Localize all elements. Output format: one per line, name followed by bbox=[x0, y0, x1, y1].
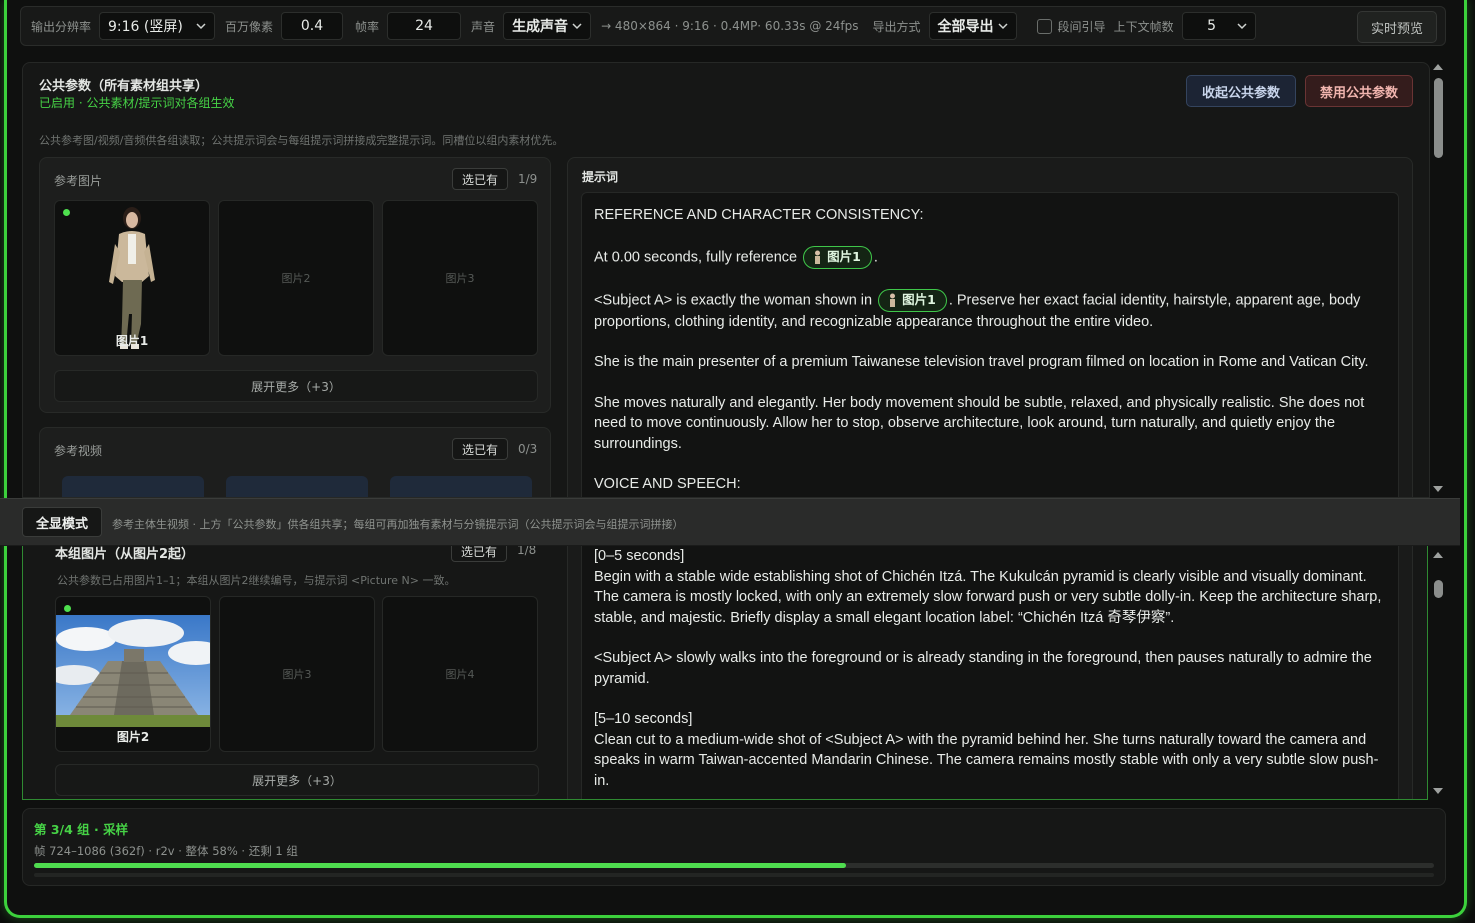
progress-status-panel: 第 3/4 组 · 采样 帧 724–1086 (362f) · r2v · 整… bbox=[22, 808, 1446, 886]
collapse-shared-button[interactable]: 收起公共参数 bbox=[1186, 75, 1296, 107]
shared-params-status: 已启用 · 公共素材/提示词对各组生效 bbox=[39, 96, 235, 110]
reference-images-card: 参考图片 选已有 1/9 图片1 图片2 图片3 展开更多（+3） bbox=[39, 157, 551, 413]
megapixel-label: 百万像素 bbox=[225, 19, 274, 34]
video-slot-2[interactable] bbox=[226, 476, 368, 497]
group-subtitle: 公共参数已占用图片1–1；本组从图片2继续编号，与提示词 <Picture N>… bbox=[57, 574, 456, 587]
group-scrollbar[interactable] bbox=[1432, 546, 1444, 800]
group-image-count: 1/8 bbox=[517, 546, 537, 557]
prompt-paragraph: [5–10 seconds] Clean cut to a medium-wid… bbox=[594, 711, 1379, 789]
prompt-paragraph: At 0.00 seconds, fully reference 图片1 . bbox=[594, 245, 1386, 269]
prompt-paragraph: <Subject A> is exactly the woman shown i… bbox=[594, 288, 1386, 333]
image-slot-caption: 图片2 bbox=[116, 730, 150, 744]
segment-guide-label: 段间引导 bbox=[1057, 19, 1106, 34]
prompt-paragraph: REFERENCE AND CHARACTER CONSISTENCY: bbox=[594, 207, 924, 223]
scroll-down-icon[interactable] bbox=[1432, 786, 1444, 796]
active-dot bbox=[64, 605, 71, 612]
expand-more-button[interactable]: 展开更多（+3） bbox=[54, 370, 538, 402]
megapixel-input[interactable]: 0.4 bbox=[281, 12, 344, 40]
image-count: 1/9 bbox=[518, 172, 538, 186]
shared-params-description: 公共参考图/视频/音频供各组读取；公共提示词会与每组提示词拼接成完整提示词。同槽… bbox=[39, 134, 564, 147]
group-image-slot-4[interactable]: 图片4 bbox=[382, 596, 538, 752]
chevron-down-icon bbox=[572, 23, 582, 30]
scroll-down-icon[interactable] bbox=[1432, 484, 1444, 494]
prompt-paragraph: [0–5 seconds] Begin with a stable wide e… bbox=[594, 548, 1382, 626]
audio-select[interactable]: 生成声音 bbox=[503, 12, 592, 40]
progress-fill bbox=[34, 863, 846, 868]
video-slot-1[interactable] bbox=[62, 476, 204, 497]
chevron-down-icon bbox=[1237, 23, 1247, 30]
mode-strip: 全显模式 参考主体生视频 · 上方「公共参数」供各组共享；每组可再加独有素材与分… bbox=[0, 498, 1460, 546]
export-label: 导出方式 bbox=[872, 19, 921, 34]
image-slot-1[interactable]: 图片1 bbox=[54, 200, 210, 356]
chevron-down-icon bbox=[998, 23, 1008, 30]
segment-guide-checkbox[interactable] bbox=[1036, 18, 1052, 34]
shared-params-panel: 公共参数（所有素材组共享） 已启用 · 公共素材/提示词对各组生效 公共参考图/… bbox=[22, 62, 1430, 498]
group-expand-more-button[interactable]: 展开更多（+3） bbox=[55, 764, 539, 796]
reference-images-title: 参考图片 bbox=[54, 174, 103, 188]
active-dot bbox=[63, 209, 70, 216]
group-prompt-textarea[interactable]: [0–5 seconds] Begin with a stable wide e… bbox=[581, 546, 1399, 799]
video-slot-3[interactable] bbox=[390, 476, 532, 497]
secondary-progress-track bbox=[34, 873, 1434, 877]
scroll-thumb[interactable] bbox=[1434, 78, 1443, 158]
status-title: 第 3/4 组 · 采样 bbox=[34, 822, 129, 837]
fps-input[interactable]: 24 bbox=[387, 12, 462, 40]
prompt-paragraph: VOICE AND SPEECH: bbox=[594, 476, 741, 492]
status-meta: 帧 724–1086 (362f) · r2v · 整体 58% · 还剩 1 … bbox=[34, 844, 298, 858]
shared-prompt-card: 提示词 REFERENCE AND CHARACTER CONSISTENCY:… bbox=[567, 157, 1413, 497]
image-slot-3[interactable]: 图片3 bbox=[382, 200, 538, 356]
image-slot-caption: 图片1 bbox=[115, 334, 149, 348]
group-select-existing-button[interactable]: 选已有 bbox=[451, 546, 507, 562]
image-slot-2[interactable]: 图片2 bbox=[218, 200, 374, 356]
resolution-label: 输出分辨率 bbox=[31, 19, 92, 34]
video-count: 0/3 bbox=[518, 442, 538, 456]
context-frames-select[interactable]: 5 bbox=[1181, 12, 1256, 40]
top-toolbar: 输出分辨率 9:16 (竖屏) 百万像素 0.4 帧率 24 声音 生成声音 →… bbox=[20, 6, 1446, 46]
progress-bar bbox=[34, 863, 1434, 868]
chevron-down-icon bbox=[196, 23, 206, 30]
group-image-slot-3[interactable]: 图片3 bbox=[219, 596, 375, 752]
output-info: → 480×864 · 9:16 · 0.4MP· 60.33s @ 24fps bbox=[601, 19, 859, 33]
scroll-thumb[interactable] bbox=[1434, 580, 1443, 598]
shared-scrollbar[interactable] bbox=[1432, 62, 1444, 498]
group-images-title: 本组图片（从图片2起） bbox=[55, 547, 195, 562]
woman-photo bbox=[109, 207, 155, 349]
disable-shared-button[interactable]: 禁用公共参数 bbox=[1305, 75, 1413, 107]
mode-description: 参考主体生视频 · 上方「公共参数」供各组共享；每组可再加独有素材与分镜提示词（… bbox=[112, 518, 684, 531]
export-select[interactable]: 全部导出 bbox=[928, 12, 1017, 40]
scroll-up-icon[interactable] bbox=[1432, 62, 1444, 72]
reference-videos-card: 参考视频 选已有 0/3 bbox=[39, 427, 551, 497]
shared-prompt-textarea[interactable]: REFERENCE AND CHARACTER CONSISTENCY: At … bbox=[581, 192, 1399, 497]
select-existing-video-button[interactable]: 选已有 bbox=[452, 438, 508, 460]
image-reference-chip[interactable]: 图片1 bbox=[878, 288, 947, 312]
person-thumbnail-icon bbox=[815, 250, 821, 264]
fps-label: 帧率 bbox=[355, 19, 380, 34]
prompt-paragraph: She is the main presenter of a premium T… bbox=[594, 354, 1369, 370]
prompt-label: 提示词 bbox=[582, 170, 619, 184]
group-prompt-card: [0–5 seconds] Begin with a stable wide e… bbox=[567, 546, 1413, 799]
group-panel: 本组图片（从图片2起） 选已有 1/8 公共参数已占用图片1–1；本组从图片2继… bbox=[22, 546, 1428, 800]
context-frames-label: 上下文帧数 bbox=[1113, 19, 1174, 34]
prompt-paragraph: She moves naturally and elegantly. Her b… bbox=[594, 394, 1365, 452]
image-reference-chip[interactable]: 图片1 bbox=[803, 245, 872, 269]
reference-videos-title: 参考视频 bbox=[54, 444, 103, 458]
live-preview-button[interactable]: 实时预览 bbox=[1357, 11, 1437, 43]
resolution-select[interactable]: 9:16 (竖屏) bbox=[99, 12, 216, 40]
audio-label: 声音 bbox=[471, 19, 496, 34]
group-image-slot-2[interactable]: 图片2 bbox=[55, 596, 211, 752]
shared-params-title: 公共参数（所有素材组共享） bbox=[39, 79, 209, 94]
person-thumbnail-icon bbox=[890, 293, 896, 307]
prompt-paragraph: <Subject A> slowly walks into the foregr… bbox=[594, 650, 1372, 687]
full-display-mode-button[interactable]: 全显模式 bbox=[22, 507, 102, 537]
scroll-up-icon[interactable] bbox=[1432, 550, 1444, 560]
select-existing-button[interactable]: 选已有 bbox=[452, 168, 508, 190]
